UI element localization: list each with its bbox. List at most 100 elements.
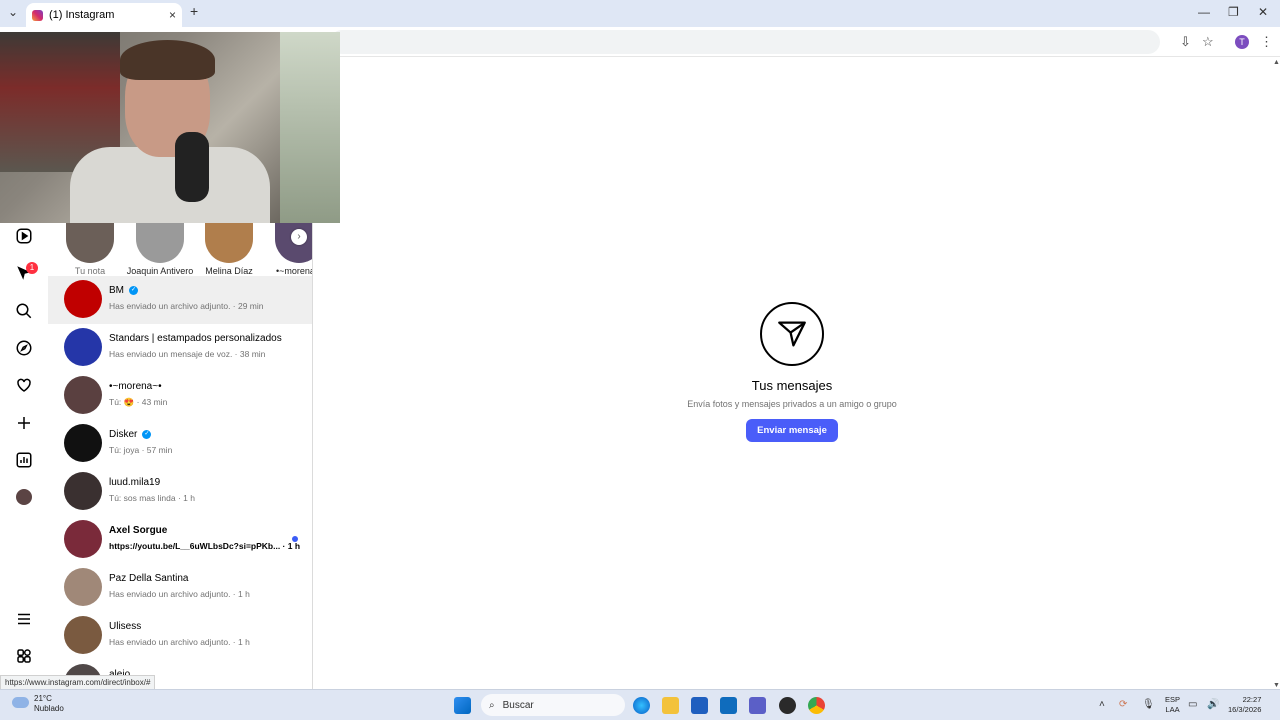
empty-state-title: Tus mensajes (751, 378, 833, 393)
webcam-person-hair (120, 40, 215, 80)
tray-sync-icon[interactable]: ⟳ (1119, 699, 1127, 710)
volume-icon[interactable]: 🔊 (1207, 699, 1219, 710)
new-tab-button[interactable]: + (190, 3, 198, 19)
browser-tab-instagram[interactable]: (1) Instagram × (26, 3, 182, 27)
conversation-avatar (64, 616, 102, 654)
teams-icon[interactable] (749, 697, 766, 714)
browser-menu-icon[interactable]: ⋮ (1260, 34, 1273, 50)
dashboard-icon[interactable] (14, 450, 34, 470)
conversation-row[interactable]: Standars | estampados personalizados Has … (48, 324, 312, 372)
messages-main-pane: Tus mensajes Envía fotos y mensajes priv… (313, 57, 1271, 689)
tab-title: (1) Instagram (49, 9, 115, 21)
network-icon[interactable]: ▭ (1188, 699, 1197, 710)
note-item[interactable]: Tu nota (55, 223, 125, 276)
conversation-preview: Has enviado un archivo adjunto. · 29 min (109, 301, 264, 311)
store-icon[interactable] (691, 697, 708, 714)
verified-badge-icon: ✓ (129, 285, 138, 295)
microphone-icon[interactable]: 🎙 (1142, 699, 1155, 710)
conversation-name-text: Paz Della Santina (109, 573, 189, 584)
conversation-preview: Has enviado un archivo adjunto. · 1 h (109, 589, 250, 599)
send-paper-plane-icon (760, 302, 824, 366)
conversation-name-text: luud.mila19 (109, 477, 161, 488)
conversation-row[interactable]: luud.mila19 Tú: sos mas linda · 1 h (48, 468, 312, 516)
notes-strip: Tu nota Joaquin Antivero Melina Díaz •~m… (48, 223, 312, 276)
minimize-button[interactable]: — (1198, 5, 1210, 19)
tab-search-chevron-icon[interactable]: ⌄ (8, 5, 18, 19)
create-icon[interactable] (14, 413, 34, 433)
scroll-up-arrow-icon[interactable]: ▲ (1273, 59, 1280, 66)
conversation-row[interactable]: Axel Sorgue https://youtu.be/L__6uWLbsDc?… (48, 516, 312, 564)
restore-button[interactable]: ❐ (1228, 5, 1239, 19)
note-avatar (136, 223, 184, 263)
conversation-avatar (64, 328, 102, 366)
language-indicator[interactable]: ESP LAA (1165, 695, 1180, 715)
note-avatar (66, 223, 114, 263)
inbox-panel: Tu nota Joaquin Antivero Melina Díaz •~m… (48, 223, 313, 689)
conversation-preview: https://youtu.be/L__6uWLbsDc?si=pPKb... … (109, 541, 301, 551)
conversation-row[interactable]: Disker ✓ Tú: joya · 57 min (48, 420, 312, 468)
page-scrollbar[interactable]: ▲ ▼ (1271, 57, 1280, 689)
note-name: Tu nota (74, 266, 106, 276)
search-icon: ⌕ (489, 699, 495, 711)
notes-next-arrow-icon[interactable]: › (291, 229, 307, 245)
conversation-name: luud.mila19 (109, 477, 160, 488)
empty-state: Tus mensajes Envía fotos y mensajes priv… (687, 302, 897, 442)
conversation-name-text: Disker (109, 429, 138, 440)
reels-icon[interactable] (14, 226, 34, 246)
cloud-icon (12, 697, 29, 708)
explore-icon[interactable] (14, 338, 34, 358)
status-bar-url: https://www.instagram.com/direct/inbox/# (0, 675, 156, 690)
menu-icon[interactable] (14, 609, 34, 629)
note-item[interactable]: Joaquin Antivero (125, 223, 195, 276)
note-item[interactable]: •~morena~• (263, 223, 312, 276)
conversation-avatar (64, 280, 102, 318)
send-message-button[interactable]: Enviar mensaje (746, 419, 838, 442)
conversation-name-text: •~morena~• (109, 381, 162, 392)
note-avatar (205, 223, 253, 263)
conversation-preview: Has enviado un mensaje de voz. · 38 min (109, 349, 266, 359)
conversation-name: Paz Della Santina (109, 573, 189, 584)
windows-taskbar: 21°C Nublado ⌕ Buscar ˄ ⟳ 🎙 ESP LAA ▭ 🔊 22… (0, 689, 1280, 720)
conversation-row[interactable]: BM ✓ Has enviado un archivo adjunto. · 29 … (48, 276, 312, 324)
tab-close-icon[interactable]: × (169, 8, 176, 22)
browser-tab-bar: ⌄ (1) Instagram × + — ❐ ✕ (0, 0, 1280, 27)
clock[interactable]: 22:27 16/3/2026 (1228, 695, 1261, 715)
conversation-name-text: Axel Sorgue (109, 525, 168, 536)
search-icon[interactable] (14, 301, 34, 321)
note-item[interactable]: Melina Díaz (194, 223, 264, 276)
file-explorer-icon[interactable] (662, 697, 679, 714)
conversation-row[interactable]: Ulisess Has enviado un archivo adjunto. ·… (48, 612, 312, 660)
webcam-person-body (70, 147, 270, 223)
webcam-overlay (0, 32, 340, 223)
note-name: Melina Díaz (205, 266, 253, 276)
chrome-icon[interactable] (808, 697, 825, 714)
conversation-preview: Tú: joya · 57 min (109, 445, 173, 455)
bookmark-star-icon[interactable]: ☆ (1202, 34, 1214, 50)
conversation-row[interactable]: Paz Della Santina Has enviado un archivo … (48, 564, 312, 612)
weather-widget[interactable]: 21°C Nublado (12, 694, 64, 714)
close-window-button[interactable]: ✕ (1258, 5, 1268, 19)
conversation-preview: Tú: 😍 · 43 min (109, 397, 168, 407)
conversation-name: BM ✓ (109, 285, 138, 296)
profile-avatar-icon[interactable] (14, 487, 34, 507)
notification-badge: 1 (26, 262, 38, 274)
keyboard-layout: LAA (1165, 705, 1180, 714)
scroll-down-arrow-icon[interactable]: ▼ (1273, 682, 1280, 689)
windows-start-icon[interactable] (454, 697, 471, 714)
apps-icon[interactable] (14, 646, 34, 666)
app-icon[interactable] (779, 697, 796, 714)
verified-badge-icon: ✓ (142, 429, 152, 439)
conversation-name: Axel Sorgue (109, 525, 167, 536)
tray-chevron-icon[interactable]: ˄ (1099, 699, 1105, 710)
conversation-row[interactable]: •~morena~• Tú: 😍 · 43 min (48, 372, 312, 420)
profile-avatar[interactable]: T (1235, 35, 1249, 49)
conversation-preview: Has enviado un archivo adjunto. · 1 h (109, 637, 250, 647)
outlook-icon[interactable] (720, 697, 737, 714)
edge-icon[interactable] (633, 697, 650, 714)
taskbar-search[interactable]: ⌕ Buscar (481, 694, 625, 716)
address-bar[interactable] (330, 30, 1160, 54)
install-app-icon[interactable]: ⇩ (1180, 34, 1191, 50)
heart-icon[interactable] (14, 375, 34, 395)
note-name: •~morena~• (276, 266, 312, 276)
weather-temp: 21°C (34, 694, 52, 703)
